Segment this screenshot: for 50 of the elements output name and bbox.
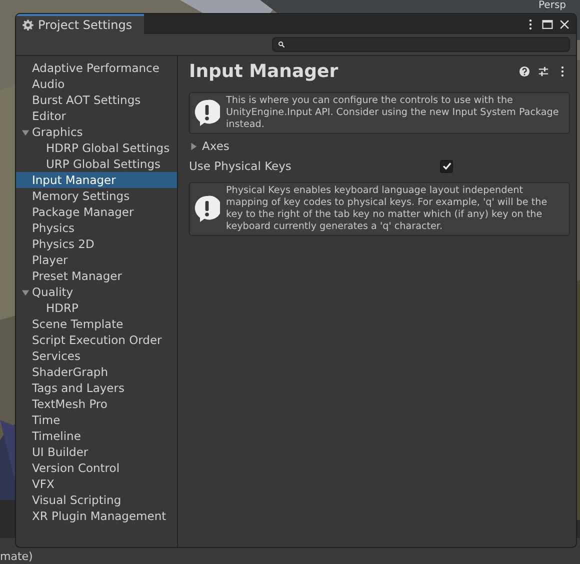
sidebar-item[interactable]: Package Manager <box>16 204 177 220</box>
field-label: Use Physical Keys <box>189 159 292 173</box>
help-text: This is where you can configure the controls to use with the UnityEngine.Input API. Consider using the new Input System Package instead. <box>226 95 560 131</box>
sidebar-item[interactable]: URP Global Settings <box>16 156 177 172</box>
close-icon[interactable] <box>559 18 570 30</box>
status-text: mate) <box>0 550 33 563</box>
sidebar-item[interactable]: XR Plugin Management <box>16 508 177 524</box>
sidebar-item[interactable]: HDRP Global Settings <box>16 140 177 156</box>
sidebar-item[interactable]: Preset Manager <box>16 268 177 284</box>
sidebar-item[interactable]: Scene Template <box>16 316 177 332</box>
sidebar-item[interactable]: Time <box>16 412 177 428</box>
help-icon[interactable] <box>519 66 530 76</box>
view-label[interactable]: Persp <box>538 0 566 12</box>
sidebar-item[interactable]: Physics <box>16 220 177 236</box>
sidebar-item[interactable]: VFX <box>16 476 177 492</box>
sidebar-item[interactable]: Quality <box>16 284 177 300</box>
help-text: Physical Keys enables keyboard language layout independent mapping of key codes to physical keys. For example, 'q' will be the key to the right of the tab key no matter which (if any) key on the keyboard currently generates a 'q' character. <box>226 185 548 233</box>
sidebar-item[interactable]: Input Manager <box>16 172 177 188</box>
sidebar-item[interactable]: Memory Settings <box>16 188 177 204</box>
foldout[interactable]: Axes <box>189 136 570 156</box>
sidebar-item[interactable]: TextMesh Pro <box>16 396 177 412</box>
warning-icon <box>194 195 220 223</box>
sidebar-item[interactable]: Editor <box>16 108 177 124</box>
sliders-icon[interactable] <box>538 66 549 76</box>
sidebar-item[interactable]: Physics 2D <box>16 236 177 252</box>
sidebar-item[interactable]: Services <box>16 348 177 364</box>
sidebar-item[interactable]: ShaderGraph <box>16 364 177 380</box>
sidebar-item[interactable]: Version Control <box>16 460 177 476</box>
collapsed-arrow-icon[interactable] <box>189 142 198 150</box>
sidebar-item[interactable]: UI Builder <box>16 444 177 460</box>
expanded-arrow-icon[interactable] <box>20 128 30 136</box>
search-icon <box>278 41 285 48</box>
sidebar-item[interactable]: Script Execution Order <box>16 332 177 348</box>
gear-icon <box>22 19 34 31</box>
sidebar-item[interactable]: Graphics <box>16 124 177 140</box>
checkbox[interactable] <box>440 160 453 172</box>
search-field[interactable] <box>272 37 570 52</box>
sidebar-item[interactable]: Timeline <box>16 428 177 444</box>
window-tab[interactable]: Project Settings <box>16 14 144 34</box>
sidebar-item[interactable]: Tags and Layers <box>16 380 177 396</box>
warning-icon <box>194 99 220 127</box>
maximize-icon[interactable] <box>542 18 553 30</box>
expanded-arrow-icon[interactable] <box>20 288 30 296</box>
sidebar-item[interactable]: Audio <box>16 76 177 92</box>
page-title: Input Manager <box>189 60 338 82</box>
sidebar-item[interactable]: Burst AOT Settings <box>16 92 177 108</box>
sidebar-item[interactable]: Visual Scripting <box>16 492 177 508</box>
sidebar-item[interactable]: HDRP <box>16 300 177 316</box>
sidebar-item[interactable]: Adaptive Performance <box>16 60 177 76</box>
sidebar-item[interactable]: Player <box>16 252 177 268</box>
